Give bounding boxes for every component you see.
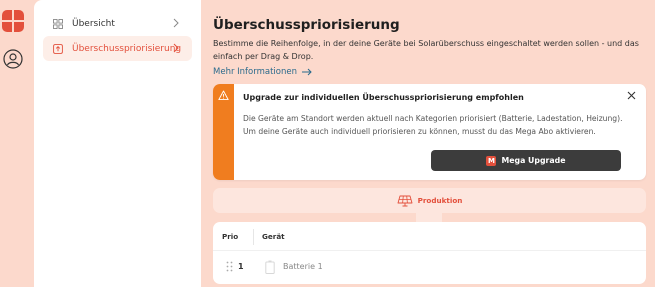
warning-icon bbox=[218, 90, 229, 101]
production-bar: Produktion bbox=[213, 188, 646, 213]
mega-badge-icon: M bbox=[486, 155, 497, 166]
priority-icon bbox=[53, 43, 63, 54]
more-info-link[interactable]: Mehr Informationen bbox=[213, 67, 312, 77]
main-content: Überschusspriorisierung Bestimme die Rei… bbox=[201, 0, 655, 287]
alert-body: Die Geräte am Standort werden aktuell na… bbox=[243, 114, 623, 136]
user-avatar-icon[interactable] bbox=[3, 49, 23, 69]
chevron-right-icon bbox=[173, 18, 179, 28]
sidebar-item-ueberschusspriorisierung[interactable]: Überschusspriorisierung bbox=[43, 36, 192, 61]
column-divider bbox=[253, 229, 254, 245]
header-separator bbox=[213, 250, 646, 251]
solar-panel-icon bbox=[397, 195, 413, 206]
battery-icon bbox=[265, 260, 275, 274]
grid-icon bbox=[53, 18, 63, 29]
page-title: Überschusspriorisierung bbox=[213, 17, 400, 33]
production-label: Produktion bbox=[417, 196, 463, 205]
flow-connector bbox=[416, 213, 442, 222]
chevron-right-icon bbox=[173, 43, 179, 53]
close-icon[interactable] bbox=[627, 91, 636, 100]
sidebar-item-label: Übersicht bbox=[72, 18, 115, 29]
priority-table: Prio Gerät 1 Batterie 1 bbox=[213, 222, 646, 284]
mega-upgrade-label: Mega Upgrade bbox=[501, 156, 566, 165]
app-rail bbox=[0, 0, 28, 287]
app-logo-icon[interactable] bbox=[2, 10, 24, 32]
row-prio: 1 bbox=[238, 262, 244, 271]
alert-title: Upgrade zur individuellen Überschussprio… bbox=[243, 93, 524, 102]
sidebar: Übersicht Überschusspriorisierung bbox=[34, 0, 201, 287]
more-info-label: Mehr Informationen bbox=[213, 67, 297, 77]
mega-upgrade-button[interactable]: M Mega Upgrade bbox=[431, 150, 621, 171]
sidebar-item-uebersicht[interactable]: Übersicht bbox=[43, 11, 192, 36]
page-description: Bestimme die Reihenfolge, in der deine G… bbox=[213, 39, 639, 61]
sidebar-item-label: Überschusspriorisierung bbox=[72, 43, 182, 54]
upgrade-alert: Upgrade zur individuellen Überschussprio… bbox=[213, 84, 646, 180]
row-device[interactable]: Batterie 1 bbox=[283, 262, 323, 271]
drag-handle-icon[interactable] bbox=[226, 261, 233, 272]
arrow-right-icon bbox=[301, 68, 312, 76]
column-header-device: Gerät bbox=[262, 232, 285, 241]
column-header-prio: Prio bbox=[222, 232, 239, 241]
